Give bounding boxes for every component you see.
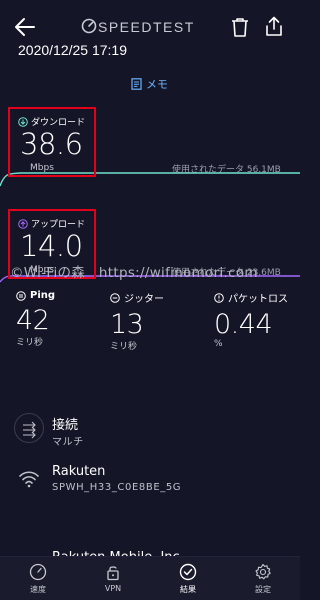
ping-label-row: Ping [16,290,55,301]
nav-results[interactable]: 結果 [163,563,213,595]
check-circle-icon [179,563,197,581]
ping-icon [16,290,26,301]
ping-value: 42 [16,305,50,336]
app-title: SPEEDTEST [98,19,195,35]
test-datetime: 2020/12/25 17:19 [18,42,127,58]
back-arrow-icon[interactable] [14,16,36,38]
memo-button[interactable]: メモ [131,76,168,92]
download-arrow-icon [18,116,28,127]
nav-settings-label: 設定 [255,585,271,594]
packet-loss-value: 0.44 [214,309,273,340]
packet-loss-unit: % [214,339,223,349]
connections-icon [23,421,36,439]
packet-loss-stat: パケットロス 0.44 % [214,290,288,349]
ping-stat: Ping 42 ミリ秒 [16,290,55,348]
nav-results-label: 結果 [180,585,196,594]
jitter-stat: ジッター 13 ミリ秒 [110,290,164,352]
jitter-unit: ミリ秒 [110,342,138,352]
connection-row[interactable]: 接続 マルチ [0,410,300,450]
nav-vpn-label: VPN [104,584,122,593]
download-unit: Mbps [30,163,54,173]
download-highlight-box: ダウンロード 38.6 Mbps [8,107,96,177]
packet-loss-icon [214,292,224,303]
connection-title: 接続 [52,418,79,433]
packet-loss-label: パケットロス [228,294,288,305]
network-row[interactable]: Rakuten SPWH_H33_C0E8BE_5G [0,460,300,500]
lock-icon [107,566,119,581]
nav-vpn[interactable]: VPN [88,563,138,593]
nav-speed-label: 速度 [30,585,46,594]
trash-icon[interactable] [231,17,249,37]
download-data-used: 使用されたデータ 56.1MB [172,165,281,175]
bottom-navigation: 速度 VPN 結果 設定 [0,556,300,600]
nav-speed[interactable]: 速度 [13,563,63,595]
connections-icon-circle [14,413,44,443]
network-ssid: SPWH_H33_C0E8BE_5G [52,482,182,493]
download-value: 38.6 [20,127,83,161]
ping-unit: ミリ秒 [16,338,44,348]
upload-arrow-icon [18,218,28,229]
share-icon[interactable] [265,16,283,36]
top-bar: SPEEDTEST [0,0,300,46]
ping-label: Ping [30,290,56,301]
speedtest-logo-icon [81,18,97,34]
speedometer-icon [29,563,47,581]
wifi-icon [19,471,39,488]
jitter-label: ジッター [124,294,164,305]
packet-loss-label-row: パケットロス [214,290,288,305]
memo-label: メモ [146,78,168,91]
network-title: Rakuten [52,464,106,479]
jitter-label-row: ジッター [110,290,164,305]
nav-settings[interactable]: 設定 [238,563,288,595]
jitter-value: 13 [110,309,144,340]
connection-sub: マルチ [52,437,84,448]
watermark: ©Wi-Fiの森 https://wifinomori.com [10,265,258,281]
note-icon [131,78,142,90]
gear-icon [255,563,271,580]
jitter-icon [110,292,120,303]
upload-value: 14.0 [20,229,83,263]
